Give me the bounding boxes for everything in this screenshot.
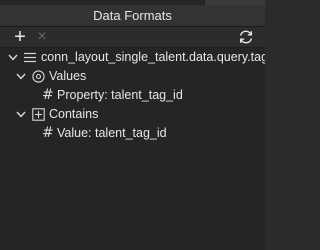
list-icon bbox=[23, 51, 36, 64]
chevron-down-icon[interactable] bbox=[8, 48, 18, 67]
tree-row-values-label: Values bbox=[49, 69, 87, 83]
tree-row-property-label: Property: talent_tag_id bbox=[57, 88, 183, 102]
chevron-down-icon[interactable] bbox=[16, 105, 26, 124]
tree-row-value-label: Value: talent_tag_id bbox=[57, 126, 167, 140]
tree-row-contains[interactable]: Contains bbox=[0, 105, 265, 124]
add-button[interactable]: + bbox=[11, 27, 29, 47]
toolbar: + × bbox=[0, 27, 265, 48]
chevron-down-icon[interactable] bbox=[16, 67, 26, 86]
hash-icon: # bbox=[42, 125, 54, 141]
tree-row-root-label: conn_layout_single_talent.data.query.tag… bbox=[41, 50, 265, 64]
plus-box-icon bbox=[32, 108, 45, 121]
tree-row-values[interactable]: Values bbox=[0, 67, 265, 86]
data-formats-panel: Data Formats + × conn_layout_single_tale… bbox=[0, 0, 265, 250]
tree-row-contains-label: Contains bbox=[49, 107, 99, 121]
tree-row-value[interactable]: # Value: talent_tag_id bbox=[0, 124, 265, 143]
remove-button[interactable]: × bbox=[33, 28, 51, 46]
tree-row-property[interactable]: # Property: talent_tag_id bbox=[0, 86, 265, 105]
circle-target-icon bbox=[32, 70, 45, 83]
refresh-icon bbox=[236, 29, 256, 45]
data-formats-tree: conn_layout_single_talent.data.query.tag… bbox=[0, 48, 265, 143]
window-title: Data Formats bbox=[0, 5, 265, 27]
hash-icon: # bbox=[42, 87, 54, 103]
tree-row-root[interactable]: conn_layout_single_talent.data.query.tag… bbox=[0, 48, 265, 67]
refresh-button[interactable] bbox=[236, 28, 256, 46]
